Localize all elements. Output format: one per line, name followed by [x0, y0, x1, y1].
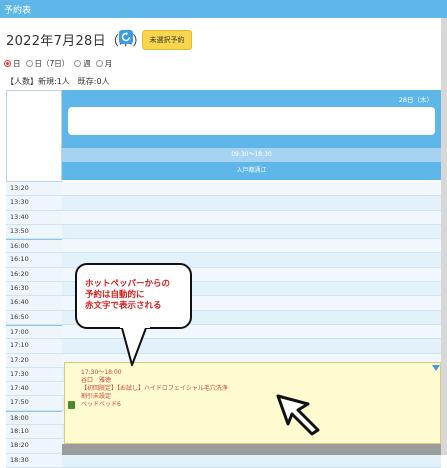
view-mode-selector: 日 日（7日） 週 月 [4, 58, 117, 69]
business-hours: 09:30〜18:30 [62, 148, 441, 162]
radio-label-day[interactable]: 日 [13, 58, 21, 69]
mouse-pointer-icon [276, 394, 320, 436]
callout-line-2: 予約は自動的に [85, 290, 145, 300]
radio-month[interactable] [95, 60, 103, 67]
window-title-bar: 予約表 [0, 0, 447, 18]
time-label: 16:50 [6, 310, 62, 325]
scrollbar-track[interactable] [441, 18, 447, 455]
refresh-icon [121, 32, 131, 42]
time-label: 17:40 [6, 382, 62, 397]
time-slot[interactable] [62, 453, 441, 468]
time-slot[interactable] [62, 224, 441, 240]
time-label: 16:30 [6, 282, 62, 297]
horizontal-scrollbar[interactable] [62, 444, 441, 455]
grid-corner [6, 90, 62, 182]
time-slot[interactable] [62, 196, 441, 211]
time-label: 17:00 [6, 324, 62, 340]
time-label: 18:10 [6, 425, 62, 440]
annotation-callout: ホットペッパーからの 予約は自動的に 赤文字で表示される [75, 263, 192, 329]
radio-day[interactable] [4, 60, 11, 67]
unassigned-bookings-button[interactable]: 未選択予約 [142, 30, 192, 50]
day-memo-area[interactable] [68, 107, 435, 135]
time-label: 18:30 [6, 453, 62, 468]
time-slot[interactable] [62, 239, 441, 254]
radio-label-month[interactable]: 月 [105, 58, 113, 69]
time-label: 18:20 [6, 439, 62, 454]
people-count: 【人数】新規:1人 既存:0人 [6, 77, 110, 86]
time-label: 18:00 [6, 410, 62, 426]
radio-label-7days[interactable]: 日（7日） [35, 58, 70, 69]
time-slot[interactable] [62, 339, 441, 354]
booking-status: 割引未設定 [81, 393, 112, 400]
booking-bed: ベッドベッド6 [81, 401, 121, 408]
memo-icon [68, 401, 75, 409]
flag-icon [432, 365, 440, 371]
callout-text: ホットペッパーからの 予約は自動的に 赤文字で表示される [85, 279, 170, 312]
booking-customer: 谷口 雅徳 [81, 377, 112, 384]
time-label: 17:30 [6, 367, 62, 383]
radio-label-week[interactable]: 週 [83, 58, 91, 69]
schedule-date-label: 28日（木） [398, 96, 433, 104]
booking-block[interactable]: 17:30〜18:00 谷口 雅徳 【初回限定】【お試し】ハイドロフェイシャル毛… [64, 362, 441, 444]
time-label: 17:10 [6, 339, 62, 354]
time-label: 13:30 [6, 196, 62, 211]
schedule-day-header: 28日（木） [62, 90, 441, 148]
time-label: 16:00 [6, 239, 62, 254]
time-label: 17:20 [6, 353, 62, 368]
callout-line-1: ホットペッパーからの [85, 279, 171, 289]
window-title: 予約表 [4, 6, 32, 16]
time-label: 17:50 [6, 396, 62, 411]
time-label: 16:40 [6, 296, 62, 311]
time-slot[interactable] [62, 182, 441, 197]
time-label: 16:20 [6, 267, 62, 283]
time-label: 13:40 [6, 210, 62, 225]
callout-tail [120, 327, 150, 366]
booking-menu: 【初回限定】【お試し】ハイドロフェイシャル毛穴洗浄 [81, 385, 228, 392]
time-label: 13:20 [6, 182, 62, 197]
time-column: 13:20 13:30 13:40 13:50 16:00 16:10 16:20 16:30… [6, 182, 62, 468]
booking-time: 17:30〜18:00 [81, 369, 122, 376]
time-slot[interactable] [62, 210, 441, 225]
radio-7days[interactable] [25, 60, 33, 67]
time-label: 16:10 [6, 253, 62, 268]
booking-details: 17:30〜18:00 谷口 雅徳 【初回限定】【お試し】ハイドロフェイシャル毛… [81, 369, 228, 409]
refresh-button[interactable] [119, 30, 133, 44]
time-label: 13:50 [6, 224, 62, 240]
radio-week[interactable] [74, 60, 82, 67]
callout-line-3: 赤文字で表示される [85, 301, 162, 311]
staff-column-header: 入戸都涌江 [62, 162, 441, 180]
